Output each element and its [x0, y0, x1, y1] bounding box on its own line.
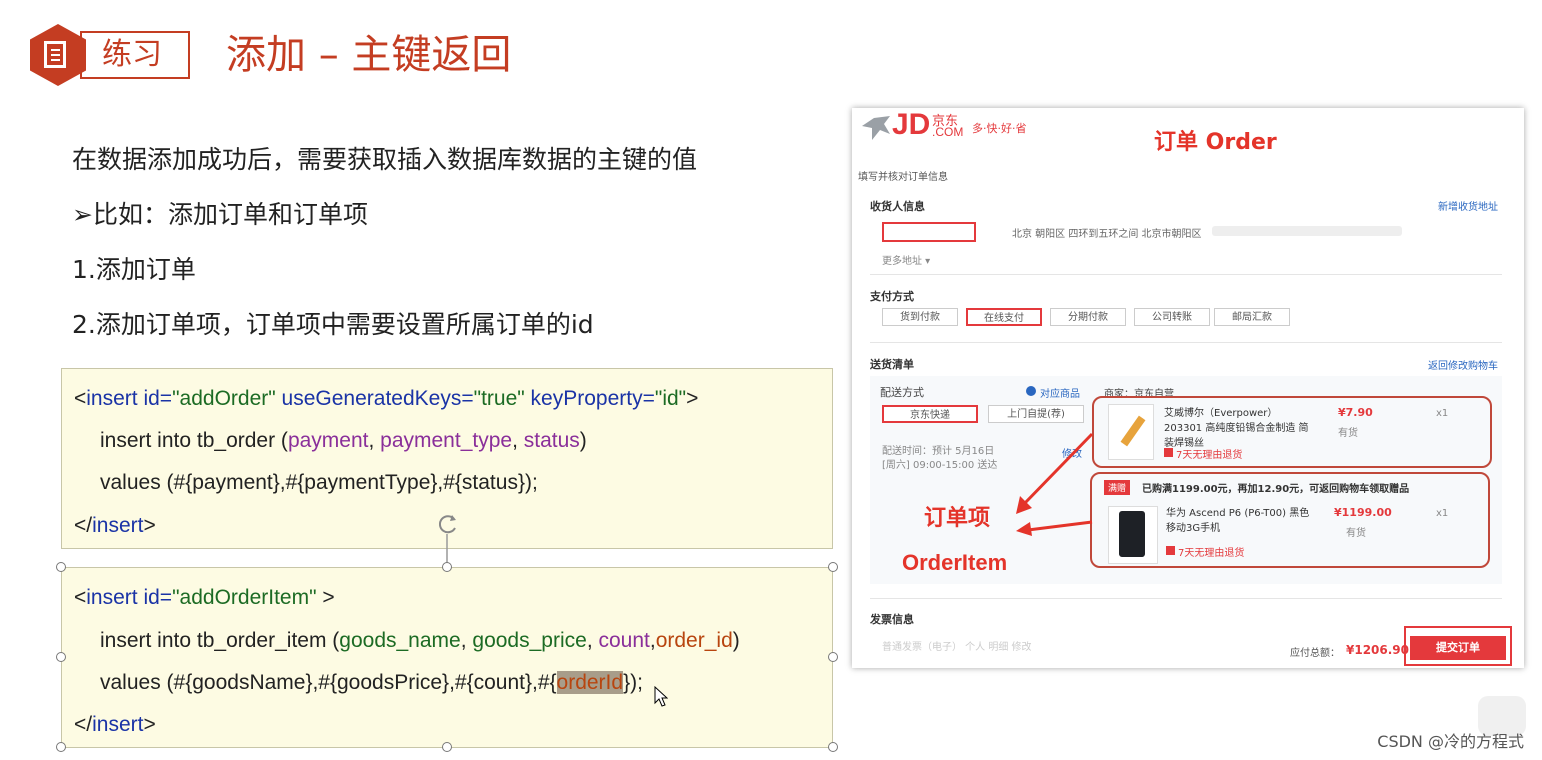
resize-handle-mr[interactable] — [828, 652, 838, 662]
item2-stock: 有货 — [1346, 528, 1366, 539]
invoice-title: 发票信息 — [870, 613, 914, 626]
item1-qty: x1 — [1436, 408, 1449, 419]
pay-option-cod[interactable]: 货到付款 — [882, 308, 958, 326]
pay-option-online[interactable]: 在线支付 — [966, 308, 1042, 326]
jd-logo: JD — [892, 108, 931, 141]
code1-line-4: </insert> — [74, 514, 156, 537]
resize-handle-tl[interactable] — [56, 562, 66, 572]
slide-title: 添加 – 主键返回 — [226, 32, 512, 78]
code-block-add-order-item[interactable]: <insert id="addOrderItem" > insert into … — [61, 567, 833, 748]
exercise-tag: 练习 — [80, 31, 190, 79]
submit-order-button[interactable]: 提交订单 — [1410, 636, 1506, 660]
resize-handle-bc[interactable] — [442, 742, 452, 752]
item2-image — [1108, 506, 1158, 564]
ship-option-jd[interactable]: 京东快递 — [882, 405, 978, 423]
item1-price: ¥7.90 — [1338, 406, 1373, 419]
info-icon — [1026, 386, 1036, 396]
receiver-title: 收货人信息 — [870, 200, 925, 213]
related-goods-link[interactable]: 对应商品 — [1040, 385, 1080, 400]
item1-name: 艾威博尔（Everpower）203301 高纯度铅锡合金制造 简装焊锡丝 — [1164, 408, 1309, 449]
mouse-cursor-icon — [654, 686, 668, 707]
pay-option-installment[interactable]: 分期付款 — [1050, 308, 1126, 326]
item2-name: 华为 Ascend P6 (P6-T00) 黑色 移动3G手机 — [1166, 508, 1310, 534]
rotate-handle-icon[interactable] — [432, 510, 464, 570]
highlighted-order-id: orderId — [556, 671, 624, 694]
payment-title: 支付方式 — [870, 290, 914, 303]
page-heading: 填写并核对订单信息 — [858, 172, 948, 183]
item2-qty: x1 — [1436, 508, 1449, 519]
ship-time: 配送时间：预计 5月16日[周六] 09:00-15:00 送达 — [882, 446, 998, 471]
code2-line-3: values (#{goodsName},#{goodsPrice},#{cou… — [100, 671, 643, 694]
item1-image — [1108, 404, 1154, 460]
code1-line-2: insert into tb_order (payment, payment_t… — [100, 429, 587, 452]
pay-option-postal[interactable]: 邮局汇款 — [1214, 308, 1290, 326]
return-icon — [1166, 546, 1175, 555]
delivery-title: 送货清单 — [870, 358, 914, 371]
total-value: ¥1206.90 — [1346, 643, 1410, 657]
body-line-3: 1.添加订单 — [72, 255, 196, 284]
jd-dog-logo-icon — [862, 116, 890, 140]
more-address-link[interactable]: 更多地址 ▾ — [882, 252, 930, 267]
code1-line-1: <insert id="addOrder" useGeneratedKeys="… — [74, 387, 699, 410]
total-label: 应付总额： — [1290, 648, 1340, 659]
annotation-order: 订单 Order — [1154, 130, 1277, 155]
code2-line-1: <insert id="addOrderItem" > — [74, 586, 335, 609]
body-line-1: 在数据添加成功后，需要获取插入数据库数据的主键的值 — [72, 145, 698, 174]
address-text: 北京 朝阳区 四环到五环之间 北京市朝阳区 — [1012, 229, 1202, 240]
code1-line-3: values (#{payment},#{paymentType},#{stat… — [100, 471, 538, 494]
item1-return: 7天无理由退货 — [1176, 450, 1243, 461]
annotation-order-item-cn: 订单项 — [924, 506, 991, 531]
jd-logo-com: .COM — [932, 125, 964, 139]
add-address-link[interactable]: 新增收货地址 — [1438, 198, 1498, 213]
invoice-faded: 普通发票（电子） 个人 明细 修改 — [882, 642, 1032, 653]
exercise-hexagon-icon — [30, 24, 86, 86]
code2-line-2: insert into tb_order_item (goods_name, g… — [100, 629, 740, 652]
pay-option-transfer[interactable]: 公司转账 — [1134, 308, 1210, 326]
body-line-2: ➢比如：添加订单和订单项 — [72, 200, 368, 229]
annotation-arrows — [1016, 432, 1094, 536]
annotation-order-item-en: OrderItem — [902, 550, 1008, 575]
receiver-select[interactable] — [882, 222, 976, 242]
resize-handle-bl[interactable] — [56, 742, 66, 752]
csdn-watermark: CSDN @冷的方程式 — [1377, 732, 1524, 751]
back-to-cart-link[interactable]: 返回修改购物车 — [1428, 357, 1498, 372]
jd-slogan: 多·快·好·省 — [972, 122, 1027, 135]
ship-method-label: 配送方式 — [880, 386, 924, 399]
promo-badge: 满赠 — [1104, 480, 1131, 495]
code2-line-4: </insert> — [74, 713, 156, 736]
item2-price: ¥1199.00 — [1334, 506, 1392, 519]
return-icon — [1164, 448, 1173, 457]
body-line-4: 2.添加订单项，订单项中需要设置所属订单的id — [72, 310, 594, 339]
promo-text: 已购满1199.00元，再加12.90元，可返回购物车领取赠品 — [1142, 484, 1410, 495]
document-icon — [44, 41, 66, 68]
item2-return: 7天无理由退货 — [1178, 548, 1245, 559]
ship-option-pickup[interactable]: 上门自提(荐) — [988, 405, 1084, 423]
resize-handle-ml[interactable] — [56, 652, 66, 662]
resize-handle-tc[interactable] — [442, 562, 452, 572]
jd-order-screenshot: JD 京东 .COM 多·快·好·省 订单 Order 填写并核对订单信息 收货… — [852, 108, 1524, 668]
resize-handle-tr[interactable] — [828, 562, 838, 572]
blurred-address — [1212, 226, 1402, 236]
resize-handle-br[interactable] — [828, 742, 838, 752]
item1-stock: 有货 — [1338, 428, 1358, 439]
